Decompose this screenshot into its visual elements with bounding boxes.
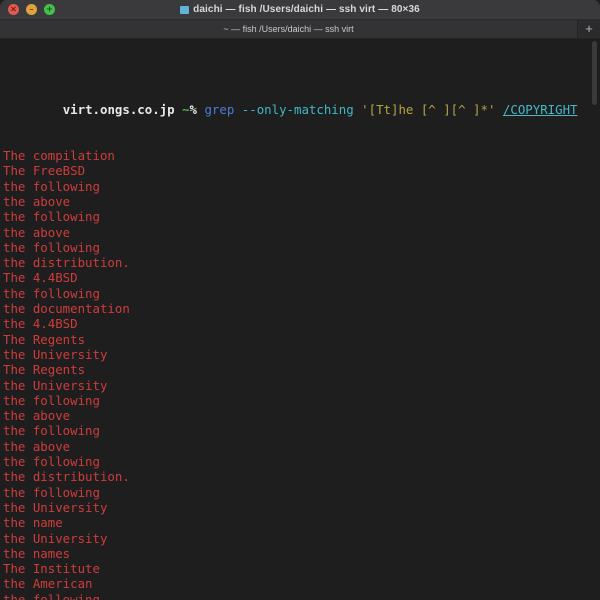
title-bar: × – + daichi — fish /Users/daichi — ssh … <box>0 0 600 20</box>
window-title: daichi — fish /Users/daichi — ssh virt —… <box>180 4 420 15</box>
output-line: the following <box>3 485 600 500</box>
output-line-text: the above <box>3 408 71 424</box>
output-line: the University <box>3 378 600 393</box>
output-line-text: the above <box>3 224 71 240</box>
window-title-text: daichi — fish /Users/daichi — ssh virt —… <box>193 4 420 15</box>
output-line-text: the following <box>3 178 100 194</box>
output-line: The compilation <box>3 148 600 163</box>
output-line-text: The Regents <box>3 331 86 347</box>
command-pattern: '[Tt]he [^ ][^ ]*' <box>361 102 496 118</box>
minimize-button[interactable]: – <box>26 4 37 15</box>
output-line: the above <box>3 439 600 454</box>
output-line: the following <box>3 240 600 255</box>
output-line-text: the University <box>3 499 108 515</box>
output-line-text: the following <box>3 209 100 225</box>
terminal-window: × – + daichi — fish /Users/daichi — ssh … <box>0 0 600 600</box>
vertical-scrollbar[interactable] <box>592 41 597 105</box>
output-line: The Institute <box>3 561 600 576</box>
output-line: the following <box>3 423 600 438</box>
output-line-text: the distribution. <box>3 255 130 271</box>
output-line-text: the 4.4BSD <box>3 316 78 332</box>
output-line: the following <box>3 592 600 600</box>
output-line-text: The compilation <box>3 148 115 164</box>
output-line-text: the following <box>3 484 100 500</box>
output-line: the distribution. <box>3 255 600 270</box>
output-line-text: the distribution. <box>3 469 130 485</box>
output-line: The Regents <box>3 332 600 347</box>
prompt-line: virt.ongs.co.jp ~% grep --only-matching … <box>3 87 600 117</box>
output-line-text: the University <box>3 530 108 546</box>
output-line: The Regents <box>3 362 600 377</box>
output-line: the following <box>3 286 600 301</box>
output-line: the University <box>3 347 600 362</box>
output-line-text: the University <box>3 377 108 393</box>
tab-label: ~ — fish /Users/daichi — ssh virt <box>223 24 354 34</box>
output-line-text: the name <box>3 515 63 531</box>
output-line: the above <box>3 194 600 209</box>
maximize-icon: + <box>46 4 53 13</box>
terminal-screen: virt.ongs.co.jp ~% grep --only-matching … <box>3 41 600 600</box>
output-line: the distribution. <box>3 469 600 484</box>
output-line-text: the documentation <box>3 301 130 317</box>
output-line: the name <box>3 515 600 530</box>
output-line-text: the above <box>3 193 71 209</box>
output-line-text: The FreeBSD <box>3 163 86 179</box>
new-tab-button[interactable]: + <box>577 20 600 38</box>
output-line: the following <box>3 209 600 224</box>
output-line-text: the following <box>3 454 100 470</box>
command-flag: --only-matching <box>241 102 354 118</box>
output-line: the University <box>3 500 600 515</box>
close-icon: × <box>10 4 17 13</box>
prompt-sigil: % <box>189 102 197 118</box>
output-line: the above <box>3 225 600 240</box>
output-line-text: the following <box>3 285 100 301</box>
command-output: The compilation The FreeBSD the following t… <box>3 148 600 600</box>
command-file-link[interactable]: /COPYRIGHT <box>503 102 578 117</box>
terminal-window-icon <box>180 5 190 14</box>
output-line-text: the following <box>3 392 100 408</box>
output-line-text: the following <box>3 591 100 600</box>
output-line-text: the University <box>3 346 108 362</box>
terminal-body[interactable]: virt.ongs.co.jp ~% grep --only-matching … <box>0 39 600 600</box>
output-line-text: The Regents <box>3 362 86 378</box>
close-button[interactable]: × <box>8 4 19 15</box>
window-controls: × – + <box>8 0 55 19</box>
plus-icon: + <box>585 21 593 36</box>
output-line-text: the American <box>3 576 93 592</box>
minimize-icon: – <box>29 4 34 13</box>
tab-active[interactable]: ~ — fish /Users/daichi — ssh virt <box>0 20 577 38</box>
output-line-text: the above <box>3 438 71 454</box>
output-line-text: the following <box>3 239 100 255</box>
output-line: the University <box>3 531 600 546</box>
output-line: the following <box>3 393 600 408</box>
output-line-text: the names <box>3 545 71 561</box>
prompt-host: virt.ongs.co.jp <box>62 102 175 118</box>
tab-bar: ~ — fish /Users/daichi — ssh virt + <box>0 20 600 39</box>
maximize-button[interactable]: + <box>44 4 55 15</box>
output-line: The FreeBSD <box>3 163 600 178</box>
output-line: the above <box>3 408 600 423</box>
output-line-text: The 4.4BSD <box>3 270 78 286</box>
output-line: The 4.4BSD <box>3 270 600 285</box>
output-line: the following <box>3 179 600 194</box>
output-line-text: The Institute <box>3 561 100 577</box>
command-name: grep <box>204 102 235 118</box>
output-line: the documentation <box>3 301 600 316</box>
prompt-tilde: ~ <box>182 102 190 118</box>
output-line-text: the following <box>3 423 100 439</box>
output-line: the 4.4BSD <box>3 316 600 331</box>
output-line: the American <box>3 576 600 591</box>
output-line: the following <box>3 454 600 469</box>
output-line: the names <box>3 546 600 561</box>
